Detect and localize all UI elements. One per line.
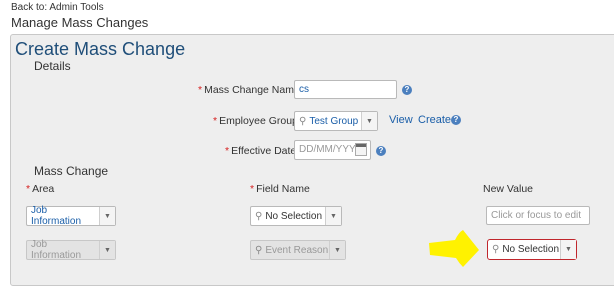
chevron-down-icon[interactable]: ▼ [99, 207, 115, 225]
page-title: Manage Mass Changes [11, 15, 149, 30]
effective-date-label: * Effective Date [225, 145, 297, 157]
chevron-down-icon[interactable]: ▼ [325, 207, 341, 225]
back-to-admin-tools-link[interactable]: Back to: Admin Tools [11, 2, 104, 13]
annotation-arrow-shape [429, 230, 479, 267]
area-column-header: * Area [26, 183, 55, 195]
chevron-down-icon: ▼ [329, 241, 345, 259]
chevron-down-icon[interactable]: ▼ [361, 112, 377, 130]
employee-group-combo[interactable]: ⚲ Test Group ▼ [294, 111, 378, 131]
search-icon: ⚲ [255, 244, 263, 256]
area-combo-row1[interactable]: Job Information ▼ [26, 205, 116, 227]
effective-date-help-icon[interactable]: ? [376, 146, 386, 156]
chevron-down-icon[interactable]: ▼ [560, 240, 576, 259]
employee-group-label: * Employee Group [213, 115, 298, 127]
annotation-arrow-icon [429, 230, 479, 267]
employee-group-help-icon[interactable]: ? [451, 115, 461, 125]
search-icon: ⚲ [299, 115, 307, 127]
field-name-column-header: * Field Name [250, 183, 310, 195]
area-combo-row2: Job Information ▼ [26, 239, 116, 261]
calendar-icon[interactable] [355, 143, 367, 156]
new-value-combo-row2[interactable]: ⚲ No Selection ▼ [487, 239, 577, 260]
chevron-down-icon: ▼ [99, 241, 115, 259]
mass-change-name-label: * Mass Change Name [198, 84, 300, 96]
panel-title: Create Mass Change [15, 39, 186, 59]
details-heading: Details [34, 59, 71, 73]
new-value-column-header: New Value [483, 183, 533, 195]
search-icon: ⚲ [255, 210, 263, 222]
view-group-link[interactable]: View [389, 114, 413, 126]
field-name-combo-row1[interactable]: ⚲ No Selection ▼ [250, 206, 342, 226]
mass-change-heading: Mass Change [34, 164, 109, 178]
search-icon: ⚲ [492, 244, 500, 255]
field-name-combo-row2: ⚲ Event Reason ▼ [250, 240, 346, 260]
mass-change-name-help-icon[interactable]: ? [402, 85, 412, 95]
create-group-link[interactable]: Create [418, 114, 451, 126]
mass-change-name-input[interactable]: cs [294, 80, 397, 99]
new-value-input-row1[interactable]: Click or focus to edit [486, 206, 590, 225]
